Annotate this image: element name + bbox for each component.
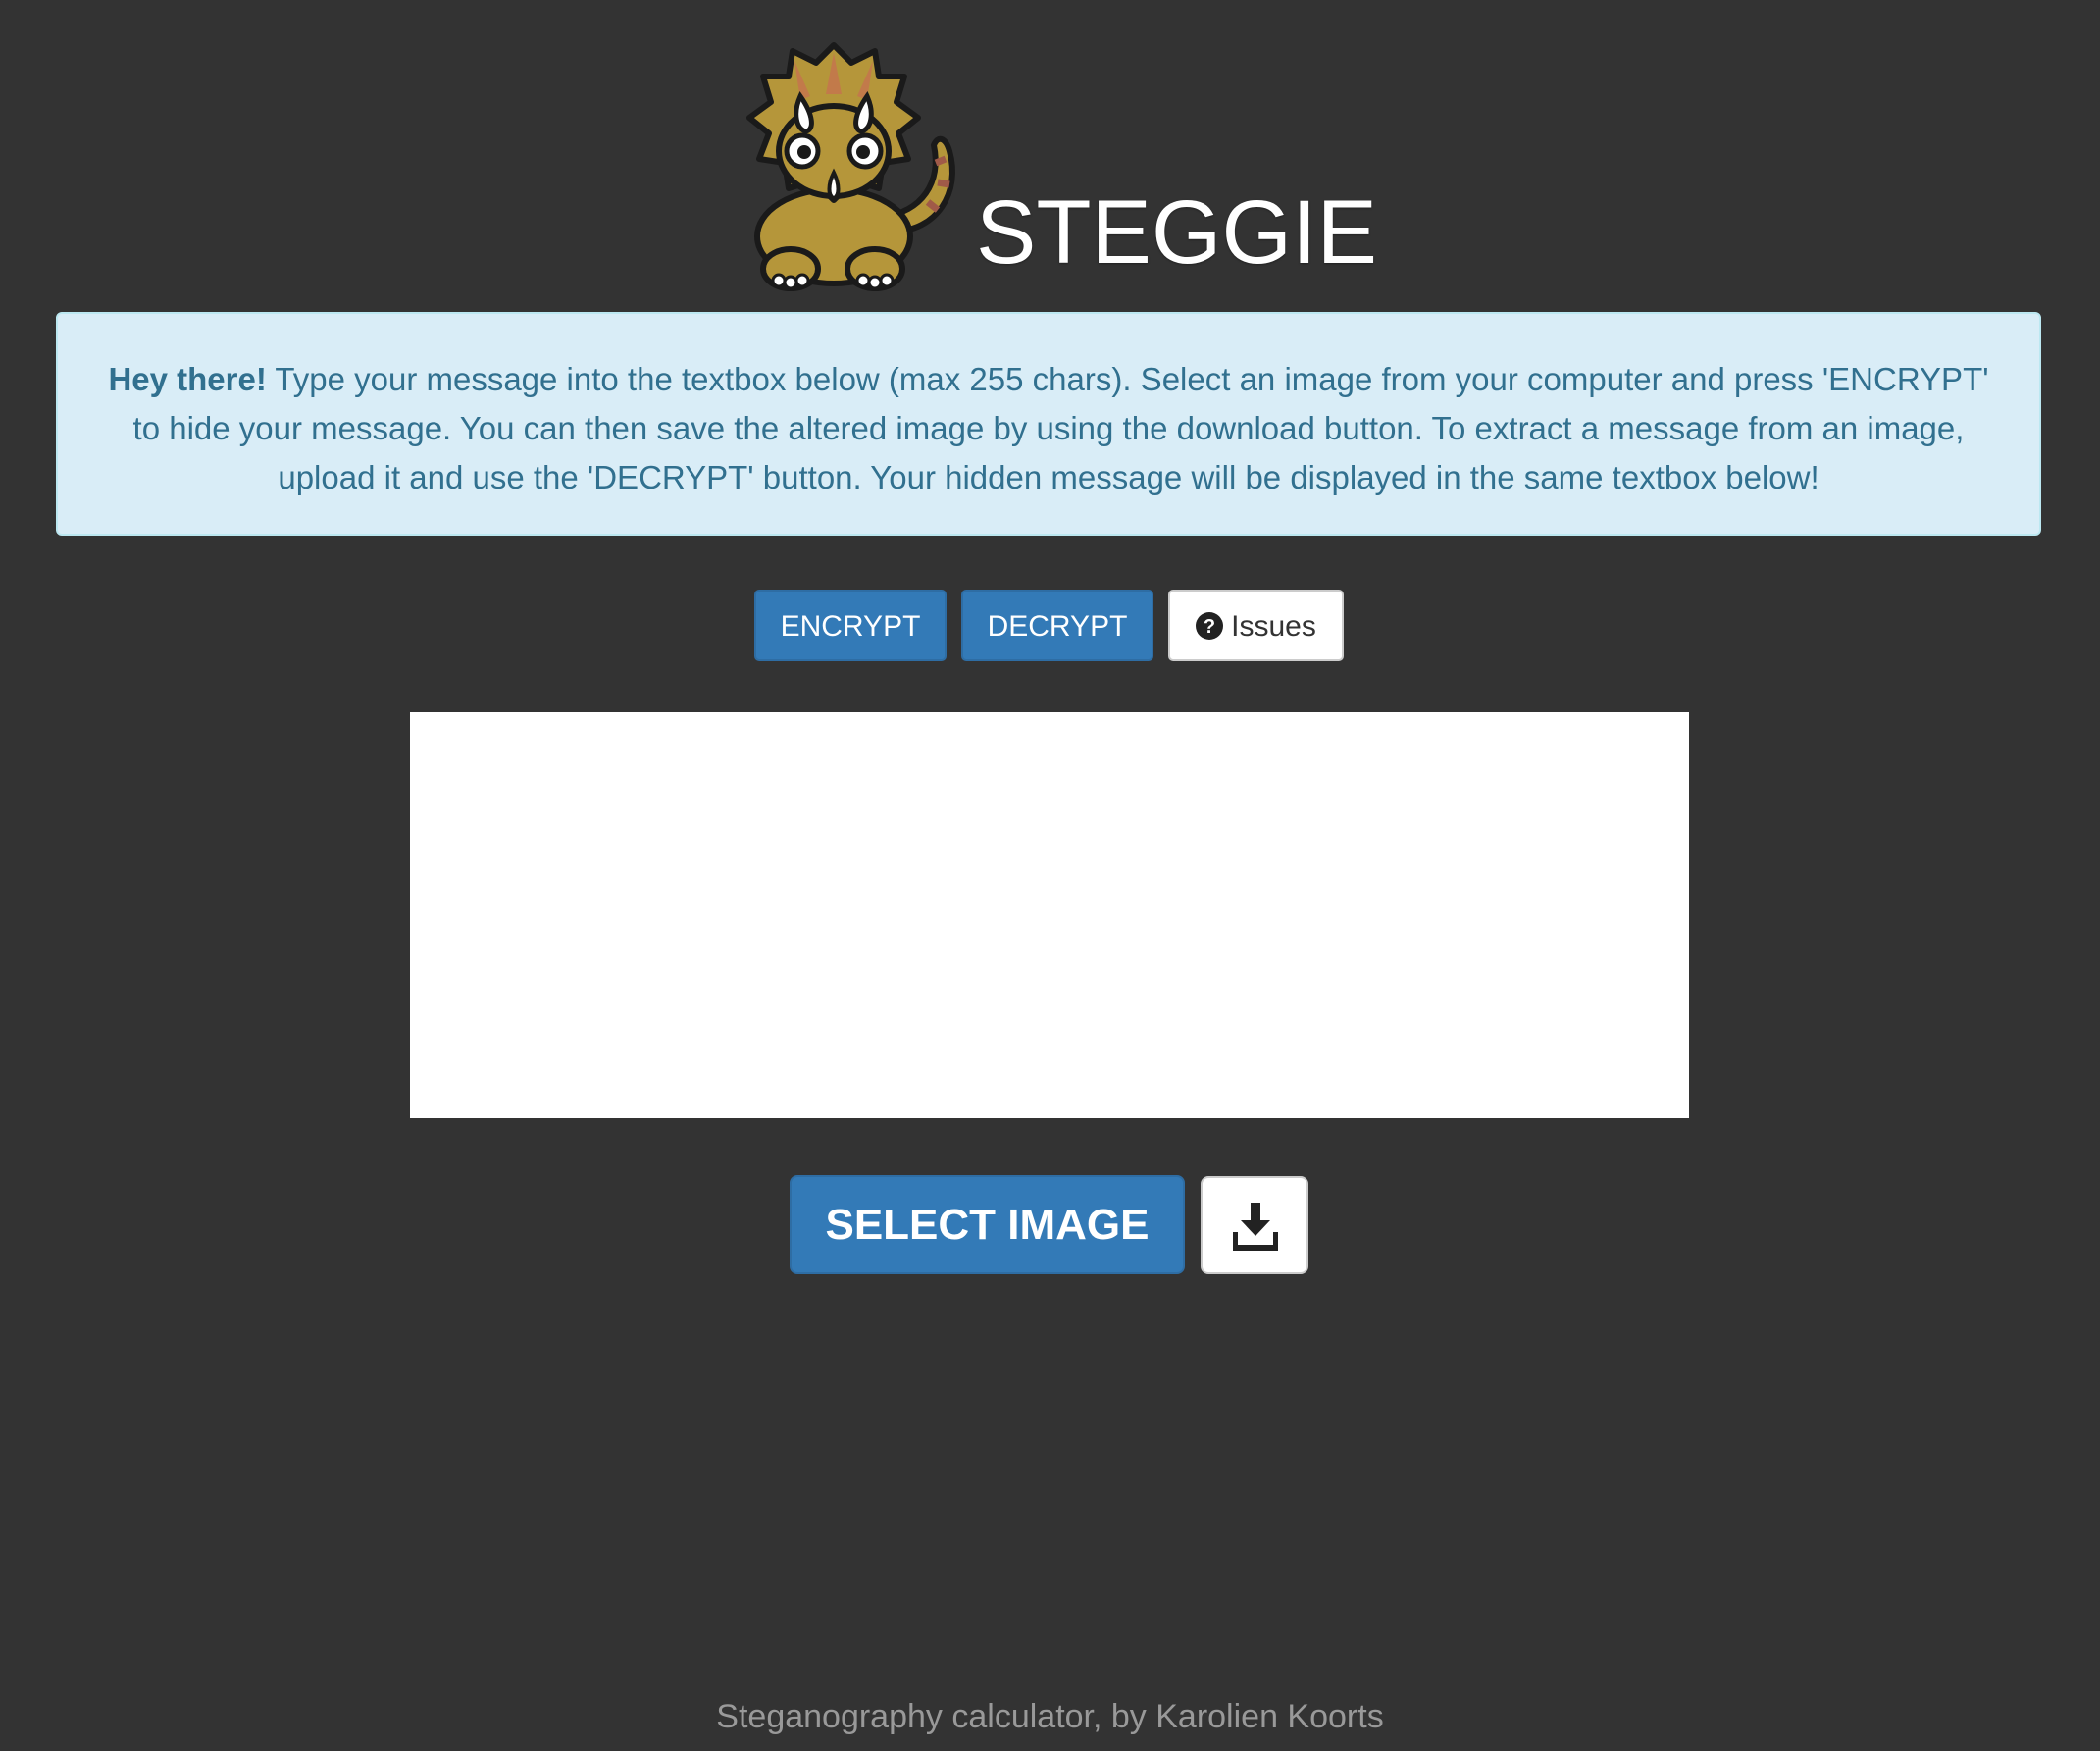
alert-greeting: Hey there! <box>108 361 267 397</box>
download-icon <box>1233 1203 1278 1251</box>
select-image-button[interactable]: SELECT IMAGE <box>790 1175 1185 1274</box>
footer-credit: Steganography calculator, by Karolien Ko… <box>716 1698 1384 1735</box>
triceratops-logo-icon <box>746 42 955 291</box>
instructions-alert: Hey there! Type your message into the te… <box>56 312 2041 536</box>
download-button[interactable] <box>1201 1176 1308 1274</box>
issues-label: Issues <box>1231 610 1316 643</box>
svg-text:?: ? <box>1204 616 1215 638</box>
question-circle-icon: ? <box>1196 612 1224 640</box>
alert-text: Type your message into the textbox below… <box>132 361 1989 495</box>
message-textbox[interactable] <box>410 712 1689 1118</box>
issues-button[interactable]: ? Issues <box>1168 590 1344 661</box>
header: STEGGIE <box>736 35 1383 292</box>
action-buttons: ENCRYPT DECRYPT ? Issues <box>0 590 2100 662</box>
brand-title: STEGGIE <box>976 182 1377 283</box>
encrypt-button[interactable]: ENCRYPT <box>754 590 947 661</box>
decrypt-button[interactable]: DECRYPT <box>961 590 1153 661</box>
